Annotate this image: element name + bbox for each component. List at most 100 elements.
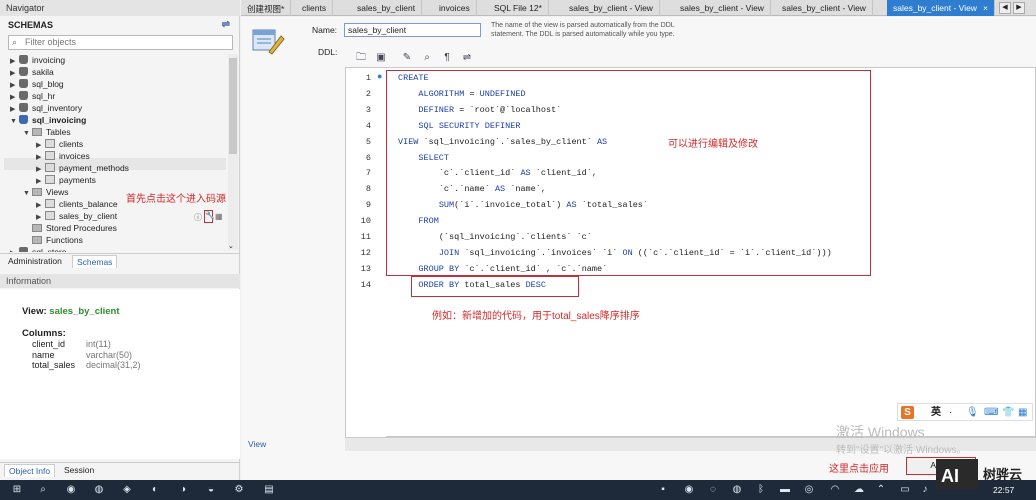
windows-start-icon[interactable]: ⊞ — [10, 483, 24, 497]
wrap-icon[interactable]: ⇌ — [460, 51, 474, 65]
tab-schemas[interactable]: Schemas — [72, 255, 118, 268]
wifi-icon[interactable]: ◠ — [828, 483, 842, 497]
tree-item[interactable]: ▶ payment_methods — [36, 162, 129, 174]
code-line[interactable]: VIEW `sql_invoicing`.`sales_by_client` A… — [398, 137, 607, 147]
navigator-scrollbar[interactable] — [228, 54, 238, 250]
tab-object-info[interactable]: Object Info — [4, 464, 56, 477]
filter-input[interactable]: ⌕ Filter objects — [8, 35, 233, 50]
tray-icon-4[interactable]: ◍ — [730, 483, 744, 497]
punctuation-icon[interactable]: · — [949, 406, 952, 419]
code-line[interactable]: (`sql_invoicing`.`clients` `c` — [398, 232, 592, 242]
tree-item[interactable]: ▶ sql_hr — [10, 90, 55, 102]
scrollbar-thumb[interactable] — [229, 58, 237, 154]
tree-item[interactable]: ▶ invoices — [36, 150, 90, 162]
tree-item[interactable]: ▶ sql_inventory — [10, 102, 82, 114]
save-icon[interactable]: ▣ — [374, 51, 388, 65]
tree-item[interactable]: ▶ sales_by_client — [36, 210, 117, 222]
editor-tab[interactable]: clients — [296, 0, 334, 16]
editor-tab[interactable]: invoices — [433, 0, 477, 16]
caret-down-icon[interactable]: ▼ — [23, 188, 32, 200]
bluetooth-icon[interactable]: ᛒ — [754, 483, 768, 497]
tray-icon-3[interactable]: ◌ — [706, 483, 720, 497]
tab-scroll-left-icon[interactable]: ◀ — [999, 2, 1011, 14]
app-icon-3[interactable]: ◐ — [148, 483, 162, 497]
scroll-down-icon[interactable]: ⌄ — [228, 242, 234, 250]
tab-scroll-right-icon[interactable]: ▶ — [1013, 2, 1025, 14]
invisible-chars-icon[interactable]: ¶ — [440, 51, 454, 65]
tree-item[interactable]: ▶ invoicing — [10, 54, 65, 66]
editor-tab[interactable]: 创建视图* — [241, 0, 292, 16]
monitor-icon[interactable]: ▭ — [898, 483, 912, 497]
tree-item[interactable]: ▶ sql_store — [10, 246, 67, 252]
code-line[interactable]: CREATE — [398, 73, 429, 83]
tray-icon-5[interactable]: ▬ — [778, 483, 792, 497]
sogou-icon[interactable]: S — [901, 406, 914, 419]
settings-icon[interactable]: ⚙ — [232, 483, 246, 497]
find-icon[interactable]: ⌕ — [420, 51, 434, 65]
code-line[interactable]: DEFINER = `root`@`localhost` — [398, 105, 561, 115]
table-grid-icon[interactable]: ▦ — [215, 212, 223, 221]
note-apply: 这里点击应用 — [829, 464, 889, 475]
tree-item[interactable]: Stored Procedures — [23, 222, 117, 234]
line-number: 10 — [360, 216, 371, 227]
microphone-icon[interactable]: 🎙 — [966, 406, 979, 419]
code-line[interactable]: ORDER BY total_sales DESC — [398, 280, 546, 290]
close-tab-icon[interactable]: × — [983, 3, 988, 13]
caret-down-icon[interactable]: ▼ — [10, 116, 19, 128]
code-line[interactable]: ALGORITHM = UNDEFINED — [398, 89, 525, 99]
ime-language[interactable]: 英 — [931, 406, 941, 419]
app-icon-2[interactable]: ◈ — [120, 483, 134, 497]
tray-icon-2[interactable]: ◉ — [682, 483, 696, 497]
caret-right-icon[interactable]: ▶ — [10, 248, 19, 252]
ddl-editor[interactable]: 可以进行编辑及修改 例如：新增加的代码，用于total_sales降序排序 1 C… — [345, 67, 1036, 438]
refresh-icon[interactable]: ⇌ — [222, 19, 230, 30]
editor-tab[interactable]: sales_by_client - View — [674, 0, 771, 16]
tree-item[interactable]: ▶ payments — [36, 174, 96, 186]
folder-icon — [32, 188, 42, 196]
tree-item[interactable]: Functions — [23, 234, 83, 246]
beautify-icon[interactable]: ✎ — [400, 51, 414, 65]
editor-tab[interactable]: sales_by_client - View — [563, 0, 660, 16]
tab-administration[interactable]: Administration — [4, 255, 66, 268]
tree-item[interactable]: ▶ clients — [36, 138, 83, 150]
tree-item[interactable]: ▼ Views — [23, 186, 69, 198]
editor-tab[interactable]: sales_by_client — [351, 0, 423, 16]
tray-icon-1[interactable]: ▪ — [656, 483, 670, 497]
code-line[interactable]: `c`.`client_id` AS `client_id`, — [398, 168, 597, 178]
open-folder-icon[interactable]: 🗀 — [354, 51, 368, 65]
editor-tab[interactable]: sales_by_client - View × — [887, 0, 995, 16]
shirt-icon[interactable]: 👕 — [1002, 406, 1014, 419]
keyboard-icon[interactable]: ⌨ — [984, 406, 998, 419]
editor-tab[interactable]: SQL File 12* — [488, 0, 549, 16]
tab-view[interactable]: View — [241, 437, 281, 451]
grid-menu-icon[interactable]: ▦ — [1018, 406, 1027, 419]
tree-item[interactable]: ▶ clients_balance — [36, 198, 118, 210]
tree-item[interactable]: ▶ sakila — [10, 66, 54, 78]
tree-item[interactable]: ▶ sql_blog — [10, 78, 64, 90]
info-icon[interactable]: ⓘ — [194, 212, 202, 223]
code-line[interactable]: JOIN `sql_invoicing`.`invoices` `i` ON (… — [398, 248, 832, 258]
caret-down-icon[interactable]: ▼ — [23, 128, 32, 140]
taskbar-search-icon[interactable]: ⌕ — [36, 483, 50, 497]
code-line[interactable]: SQL SECURITY DEFINER — [398, 121, 520, 131]
app-icon-4[interactable]: ◑ — [176, 483, 190, 497]
code-line[interactable]: SUM(`i`.`invoice_total`) AS `total_sales… — [398, 200, 648, 210]
wrench-icon[interactable]: 🔧 — [204, 210, 215, 223]
code-line[interactable]: SELECT — [398, 153, 449, 163]
chrome-icon[interactable]: ◉ — [64, 483, 78, 497]
code-line[interactable]: GROUP BY `c`.`client_id` , `c`.`name` — [398, 264, 607, 274]
app-icon-1[interactable]: ◍ — [92, 483, 106, 497]
code-line[interactable]: `c`.`name` AS `name`, — [398, 184, 546, 194]
tray-icon-6[interactable]: ◎ — [802, 483, 816, 497]
view-name-input[interactable]: sales_by_client — [344, 23, 481, 37]
editor-tab[interactable]: sales_by_client - View — [776, 0, 873, 16]
tree-item[interactable]: ▼ Tables — [23, 126, 71, 138]
chevron-up-icon[interactable]: ⌃ — [874, 483, 888, 497]
mysql-workbench-icon[interactable]: ▤ — [262, 483, 276, 497]
tab-session[interactable]: Session — [60, 464, 98, 477]
code-line[interactable]: FROM — [398, 216, 438, 226]
app-icon-5[interactable]: ◒ — [204, 483, 218, 497]
tree-item[interactable]: ▼ sql_invoicing — [10, 114, 86, 126]
volume-icon[interactable]: ♪ — [918, 483, 932, 497]
network-icon[interactable]: ☁ — [852, 483, 866, 497]
